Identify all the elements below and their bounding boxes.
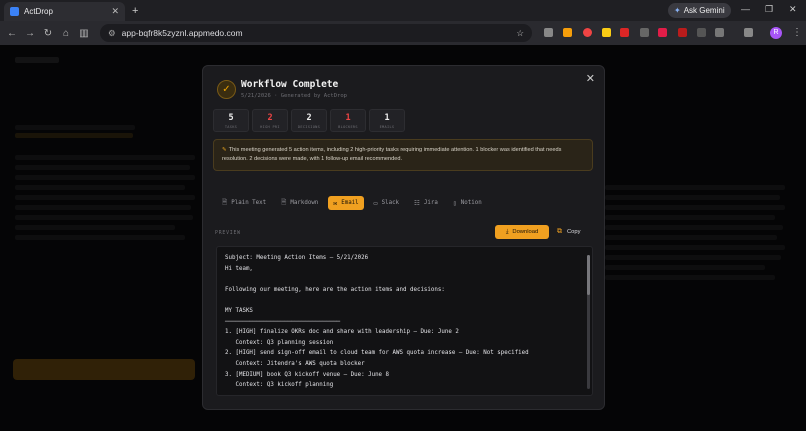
tab-markdown[interactable]: 🗎 Markdown: [276, 196, 323, 210]
tab-label: Jira: [423, 200, 438, 206]
copy-button[interactable]: ⧉ Copy: [557, 225, 581, 239]
list-icon: ☷: [414, 199, 420, 207]
stat-label: BLOCKERS: [338, 125, 358, 129]
tab-email[interactable]: ✉ Email: [328, 196, 364, 210]
new-tab-icon[interactable]: +: [132, 5, 138, 17]
tab-plain-text[interactable]: 🗎 Plain Text: [217, 196, 271, 210]
preview-text: Subject: Meeting Action Items — 5/21/202…: [225, 255, 529, 389]
tab-label: Notion: [460, 200, 482, 206]
chat-icon: ▭: [373, 199, 378, 207]
browser-tab[interactable]: ActDrop ✕: [4, 2, 125, 21]
site-info-icon[interactable]: ⚙: [108, 28, 116, 39]
stat-label: DECISIONS: [297, 125, 321, 129]
summary-text: This meeting generated 5 action items, i…: [222, 147, 562, 162]
stat-value: 2: [267, 113, 273, 123]
stat-card: 2 DECISIONS: [291, 109, 327, 132]
tab-slack[interactable]: ▭ Slack: [369, 196, 404, 210]
close-window-icon[interactable]: ✕: [789, 4, 797, 15]
tab-notion[interactable]: ▯ Notion: [448, 196, 487, 210]
tab-label: Slack: [381, 200, 400, 206]
stat-value: 1: [384, 113, 390, 123]
lightbulb-icon: ✎: [222, 147, 227, 153]
menu-kebab-icon[interactable]: ⋮: [788, 27, 806, 38]
document-icon: 🗎: [281, 197, 287, 206]
stat-value: 1: [345, 113, 351, 123]
stat-card: 1 BLOCKERS: [330, 109, 366, 132]
profile-avatar[interactable]: R: [770, 27, 782, 39]
tab-label: Plain Text: [231, 200, 267, 206]
tab-title: ActDrop: [24, 7, 53, 16]
mail-icon: ✉: [333, 199, 338, 207]
book-icon: ▯: [452, 199, 457, 207]
close-icon[interactable]: ✕: [586, 72, 595, 85]
ask-gemini-label: Ask Gemini: [683, 6, 725, 15]
tab-jira[interactable]: ☷ Jira: [409, 196, 443, 210]
tab-search-icon[interactable]: [744, 28, 753, 37]
extension-icon[interactable]: [658, 28, 667, 37]
gemini-sparkle-icon: ✦: [674, 6, 681, 15]
extension-icon[interactable]: [678, 28, 687, 37]
app-background: ✕ ✓ Workflow Complete 5/21/2026 · Genera…: [0, 45, 806, 431]
stat-card: 5 TASKS: [213, 109, 249, 132]
extension-icon[interactable]: [602, 28, 611, 37]
extension-icon[interactable]: [583, 28, 592, 37]
home-icon[interactable]: ⌂: [57, 28, 75, 39]
download-icon: ⤓: [505, 228, 509, 235]
copy-icon: ⧉: [557, 228, 562, 235]
ask-gemini-button[interactable]: ✦ Ask Gemini: [668, 3, 731, 18]
stat-label: HIGH PRI: [260, 125, 280, 129]
download-label: Download: [512, 229, 539, 235]
extension-icon[interactable]: [620, 28, 629, 37]
address-bar[interactable]: ⚙ app-bqfr8k5zyznl.appmedo.com ☆: [100, 24, 532, 42]
close-tab-icon[interactable]: ✕: [111, 6, 119, 17]
download-button[interactable]: ⤓ Download: [495, 225, 549, 239]
stat-card: 2 HIGH PRI: [252, 109, 288, 132]
extension-icon[interactable]: [563, 28, 572, 37]
stats-row: 5 TASKS 2 HIGH PRI 2 DECISIONS 1 BLOCKER…: [213, 109, 405, 132]
stat-value: 2: [306, 113, 312, 123]
stat-card: 1 EMAILS: [369, 109, 405, 132]
url-text: app-bqfr8k5zyznl.appmedo.com: [121, 28, 243, 38]
site-favicon-icon: [10, 7, 19, 16]
extensions-puzzle-icon[interactable]: [715, 28, 724, 37]
split-view-icon[interactable]: ▥: [75, 28, 93, 39]
copy-label: Copy: [567, 229, 581, 235]
tab-label: Email: [341, 200, 359, 206]
minimize-icon[interactable]: —: [741, 4, 750, 14]
summary-callout: ✎ This meeting generated 5 action items, …: [213, 139, 593, 171]
forward-icon[interactable]: →: [21, 28, 39, 39]
bookmark-star-icon[interactable]: ☆: [516, 28, 524, 39]
back-icon[interactable]: ←: [3, 28, 21, 39]
document-icon: 🗎: [222, 197, 228, 206]
tab-label: Markdown: [290, 200, 319, 206]
extension-icon[interactable]: [640, 28, 649, 37]
stat-label: EMAILS: [379, 125, 395, 129]
extension-icon[interactable]: [544, 28, 553, 37]
maximize-icon[interactable]: ❐: [765, 4, 773, 15]
workflow-complete-modal: ✕ ✓ Workflow Complete 5/21/2026 · Genera…: [202, 65, 605, 410]
export-format-tabs: 🗎 Plain Text 🗎 Markdown ✉ Email ▭ Slack ☷ Jir…: [217, 196, 487, 210]
modal-title: Workflow Complete: [241, 79, 339, 90]
preview-label: PREVIEW: [215, 231, 241, 236]
stat-value: 5: [228, 113, 234, 123]
stat-label: TASKS: [224, 125, 238, 129]
browser-tab-strip: ActDrop ✕ + ✦ Ask Gemini — ❐ ✕: [0, 0, 806, 21]
check-circle-icon: ✓: [217, 80, 236, 99]
reload-icon[interactable]: ↻: [39, 28, 57, 39]
extension-icon[interactable]: [697, 28, 706, 37]
modal-subtitle: 5/21/2026 · Generated by ActDrop: [241, 93, 347, 99]
preview-box[interactable]: Subject: Meeting Action Items — 5/21/202…: [216, 246, 593, 396]
browser-toolbar: ← → ↻ ⌂ ▥ ⚙ app-bqfr8k5zyznl.appmedo.com…: [0, 21, 806, 45]
scrollbar-thumb[interactable]: [587, 255, 590, 295]
